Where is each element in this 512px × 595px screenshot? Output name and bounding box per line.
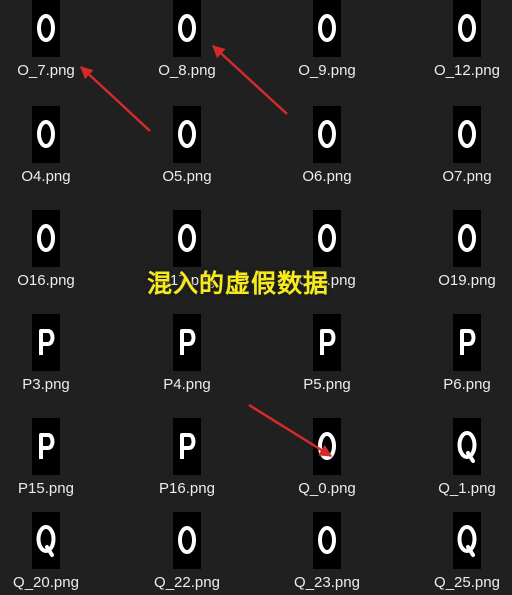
file-item[interactable]: O_12.png xyxy=(421,0,512,104)
file-item[interactable]: P5.png xyxy=(281,314,401,418)
image-thumbnail-Q-icon xyxy=(457,431,477,463)
file-item[interactable]: P6.png xyxy=(421,314,512,418)
image-thumbnail-O-icon xyxy=(318,526,336,554)
image-thumbnail-P-icon xyxy=(460,329,476,355)
file-item[interactable]: Q_25.png xyxy=(421,512,512,595)
file-item[interactable]: P16.png xyxy=(141,418,261,522)
file-thumbnail[interactable] xyxy=(32,314,60,371)
image-thumbnail-O-icon xyxy=(318,432,336,460)
file-thumbnail[interactable] xyxy=(453,210,481,267)
file-item[interactable]: Q_20.png xyxy=(0,512,120,595)
file-name-label: Q_22.png xyxy=(154,574,220,591)
file-thumbnail[interactable] xyxy=(453,0,481,57)
file-item[interactable]: Q_23.png xyxy=(281,512,401,595)
image-thumbnail-P-icon xyxy=(39,329,55,355)
file-item[interactable]: O_7.png xyxy=(0,0,120,104)
file-thumbnail[interactable] xyxy=(32,0,60,57)
file-thumbnail[interactable] xyxy=(173,512,201,569)
file-name-label: O7.png xyxy=(442,168,492,185)
file-item[interactable]: O16.png xyxy=(0,210,120,314)
file-thumbnail[interactable] xyxy=(173,418,201,475)
image-thumbnail-O-icon xyxy=(37,14,55,42)
file-item[interactable]: O_8.png xyxy=(141,0,261,104)
image-thumbnail-O-icon xyxy=(178,14,196,42)
file-thumbnail[interactable] xyxy=(32,418,60,475)
file-name-label: O_9.png xyxy=(298,62,356,79)
image-thumbnail-P-icon xyxy=(180,433,196,459)
file-name-label: O4.png xyxy=(21,168,71,185)
file-thumbnail[interactable] xyxy=(313,314,341,371)
file-item[interactable]: P15.png xyxy=(0,418,120,522)
file-item[interactable]: P3.png xyxy=(0,314,120,418)
file-thumbnail[interactable] xyxy=(32,106,60,163)
file-name-label: P6.png xyxy=(443,376,491,393)
file-thumbnail[interactable] xyxy=(453,106,481,163)
image-thumbnail-O-icon xyxy=(178,526,196,554)
image-thumbnail-O-icon xyxy=(178,120,196,148)
file-thumbnail[interactable] xyxy=(173,210,201,267)
file-name-label: Q_20.png xyxy=(13,574,79,591)
image-thumbnail-O-icon xyxy=(37,224,55,252)
file-item[interactable]: Q_0.png xyxy=(281,418,401,522)
file-thumbnail[interactable] xyxy=(173,0,201,57)
file-thumbnail[interactable] xyxy=(32,512,60,569)
image-thumbnail-O-icon xyxy=(318,14,336,42)
file-thumbnail[interactable] xyxy=(453,512,481,569)
file-thumbnail[interactable] xyxy=(313,210,341,267)
file-item[interactable]: O_9.png xyxy=(281,0,401,104)
file-name-label: P4.png xyxy=(163,376,211,393)
file-thumbnail[interactable] xyxy=(453,314,481,371)
file-name-label: Q_25.png xyxy=(434,574,500,591)
image-thumbnail-O-icon xyxy=(37,120,55,148)
file-item[interactable]: O19.png xyxy=(421,210,512,314)
file-item[interactable]: O6.png xyxy=(281,106,401,210)
file-thumbnail[interactable] xyxy=(173,106,201,163)
file-thumbnail[interactable] xyxy=(313,512,341,569)
file-thumbnail[interactable] xyxy=(173,314,201,371)
file-name-label: P16.png xyxy=(159,480,215,497)
image-thumbnail-O-icon xyxy=(458,120,476,148)
image-thumbnail-O-icon xyxy=(178,224,196,252)
file-item[interactable]: O4.png xyxy=(0,106,120,210)
overlay-caption: 混入的虚假数据 xyxy=(147,269,330,298)
file-name-label: P5.png xyxy=(303,376,351,393)
image-thumbnail-O-icon xyxy=(318,120,336,148)
file-thumbnail[interactable] xyxy=(453,418,481,475)
file-name-label: Q_0.png xyxy=(298,480,356,497)
file-name-label: Q_1.png xyxy=(438,480,496,497)
file-item[interactable]: Q_22.png xyxy=(141,512,261,595)
image-thumbnail-P-icon xyxy=(320,329,336,355)
image-thumbnail-P-icon xyxy=(180,329,196,355)
file-name-label: O16.png xyxy=(17,272,75,289)
image-thumbnail-Q-icon xyxy=(457,525,477,557)
file-name-label: O6.png xyxy=(302,168,352,185)
image-thumbnail-O-icon xyxy=(458,14,476,42)
file-name-label: Q_23.png xyxy=(294,574,360,591)
file-item[interactable]: Q_1.png xyxy=(421,418,512,522)
file-name-label: P3.png xyxy=(22,376,70,393)
image-thumbnail-O-icon xyxy=(318,224,336,252)
file-name-label: O19.png xyxy=(438,272,496,289)
file-name-label: O5.png xyxy=(162,168,212,185)
file-item[interactable]: O7.png xyxy=(421,106,512,210)
image-thumbnail-Q-icon xyxy=(36,525,56,557)
file-item[interactable]: P4.png xyxy=(141,314,261,418)
file-thumbnail[interactable] xyxy=(313,106,341,163)
file-thumbnail[interactable] xyxy=(313,0,341,57)
file-item[interactable]: O5.png xyxy=(141,106,261,210)
image-thumbnail-O-icon xyxy=(458,224,476,252)
file-thumbnail[interactable] xyxy=(313,418,341,475)
file-thumbnail[interactable] xyxy=(32,210,60,267)
file-name-label: P15.png xyxy=(18,480,74,497)
file-name-label: O_12.png xyxy=(434,62,500,79)
file-name-label: O_8.png xyxy=(158,62,216,79)
file-name-label: O_7.png xyxy=(17,62,75,79)
image-thumbnail-P-icon xyxy=(39,433,55,459)
